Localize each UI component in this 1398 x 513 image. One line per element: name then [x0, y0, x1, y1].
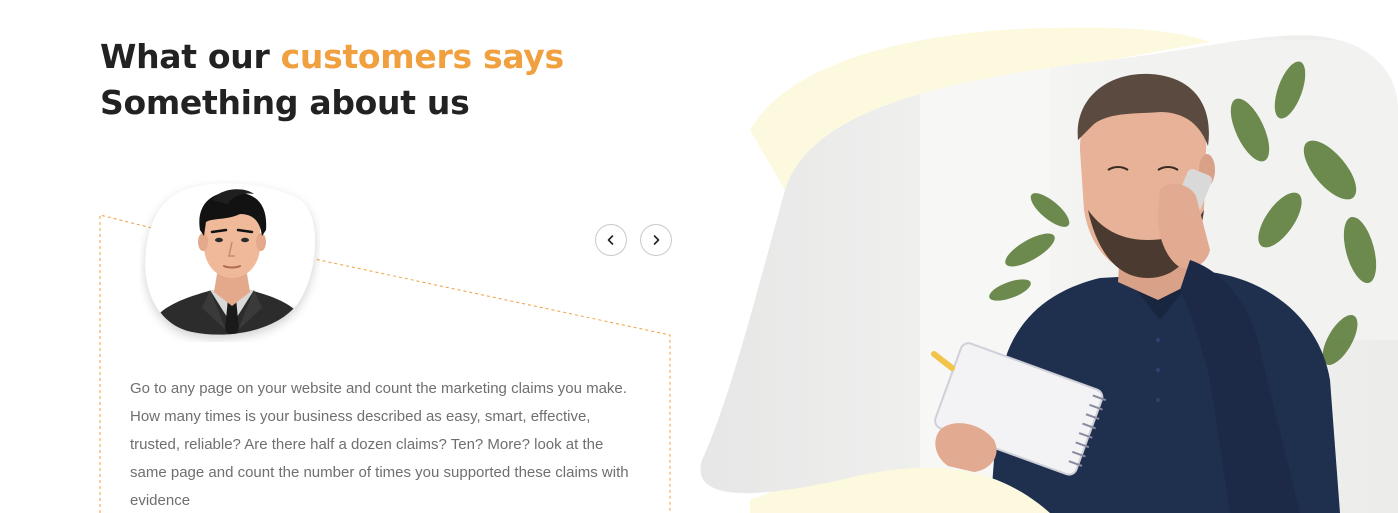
heading-prefix: What our: [100, 37, 281, 76]
slider-next-button[interactable]: [640, 224, 672, 256]
heading-line-2: Something about us: [100, 83, 470, 122]
hero-image: [690, 20, 1398, 513]
section-heading: What our customers says Something about …: [100, 34, 564, 126]
avatar: [140, 180, 320, 342]
heading-line-1: What our customers says: [100, 34, 564, 80]
chevron-right-icon: [653, 235, 660, 245]
testimonial-text: Go to any page on your website and count…: [130, 380, 629, 509]
chevron-left-icon: [607, 235, 614, 245]
heading-accent: customers says: [280, 37, 564, 76]
slider-prev-button[interactable]: [595, 224, 627, 256]
customer-avatar-illustration: [145, 183, 316, 335]
testimonial-section: What our customers says Something about …: [0, 0, 1398, 513]
businessman-on-phone-photo: [700, 27, 1398, 513]
